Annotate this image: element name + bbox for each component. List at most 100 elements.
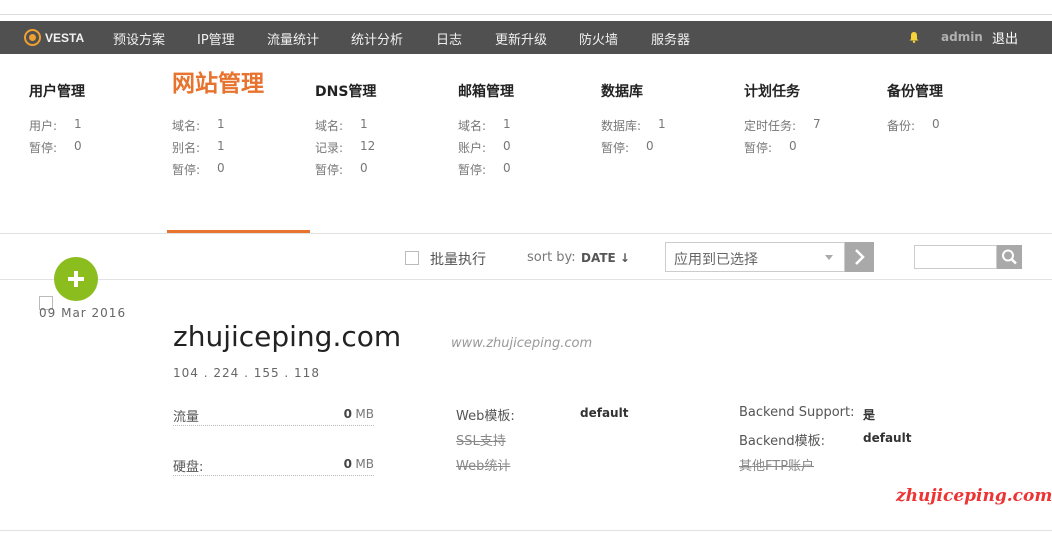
stat-value: 0 <box>646 139 654 153</box>
stat-label: 记录: <box>315 141 344 155</box>
record-date: 09 Mar 2016 <box>39 306 127 320</box>
top-nav: VESTA 预设方案 IP管理 流量统计 统计分析 日志 更新升级 防火墙 服务… <box>0 21 1052 54</box>
vesta-logo-icon <box>24 29 41 46</box>
nav-item-firewall[interactable]: 防火墙 <box>579 29 618 48</box>
bulk-action-select[interactable]: 应用到已选择 <box>665 242 845 272</box>
stat-value: 0 <box>74 139 82 153</box>
record-ip: 104 . 224 . 155 . 118 <box>173 366 320 380</box>
stat-title: 计划任务 <box>744 84 800 100</box>
disk-metric: 硬盘: 0 MB <box>173 454 374 476</box>
stat-label: 域名: <box>172 119 201 133</box>
backend-template-value: default <box>863 431 912 445</box>
stat-backup[interactable]: 备份管理 备份: 0 <box>887 84 1027 133</box>
stat-title: 备份管理 <box>887 84 943 100</box>
search-button[interactable] <box>997 245 1022 269</box>
nav-item-statistics[interactable]: 统计分析 <box>351 29 403 48</box>
sort-label: sort by: <box>527 250 576 265</box>
metric-label: 流量 <box>173 410 200 425</box>
stat-cron[interactable]: 计划任务 定时任务: 7 暂停: 0 <box>744 84 884 155</box>
nav-item-ip[interactable]: IP管理 <box>197 29 235 48</box>
stat-value: 1 <box>658 117 666 131</box>
stat-value: 0 <box>789 139 797 153</box>
stat-value: 1 <box>503 117 511 131</box>
stat-mail[interactable]: 邮箱管理 域名: 1 账户: 0 暂停: 0 <box>458 84 598 177</box>
stat-label: 定时任务: <box>744 119 797 133</box>
divider <box>0 279 1052 280</box>
bulk-action-label[interactable]: 批量执行 <box>430 249 486 269</box>
stat-title-active: 网站管理 <box>172 71 264 97</box>
metric-value: 0 <box>343 407 352 421</box>
web-template-value: default <box>580 406 629 420</box>
backend-support-value: 是 <box>863 408 876 422</box>
stat-value: 7 <box>813 117 821 131</box>
web-stats-label: Web统计 <box>456 459 511 474</box>
stat-label: 暂停: <box>29 141 58 155</box>
stat-label: 备份: <box>887 119 916 133</box>
chevron-right-icon <box>855 249 865 265</box>
ftp-accounts-label: 其他FTP账户 <box>739 459 815 474</box>
stat-value: 1 <box>360 117 368 131</box>
stat-value: 1 <box>74 117 82 131</box>
stat-label: 暂停: <box>601 141 630 155</box>
bandwidth-metric: 流量 0 MB <box>173 404 374 426</box>
select-placeholder: 应用到已选择 <box>674 252 758 268</box>
add-domain-button[interactable] <box>54 257 98 301</box>
chevron-down-icon <box>825 255 833 260</box>
stat-label: 暂停: <box>458 163 487 177</box>
bulk-select-checkbox[interactable] <box>405 251 419 265</box>
divider <box>0 233 1052 234</box>
backend-support-label: Backend Support: <box>739 405 855 420</box>
divider <box>0 530 1052 531</box>
stat-label: 数据库: <box>601 119 642 133</box>
stat-label: 暂停: <box>315 163 344 177</box>
logout-link[interactable]: 退出 <box>992 28 1018 47</box>
web-template-label: Web模板: <box>456 409 515 424</box>
search-input[interactable] <box>914 245 997 269</box>
stat-label: 暂停: <box>744 141 773 155</box>
vesta-logo[interactable]: VESTA <box>24 28 84 47</box>
watermark: zhujiceping.com <box>896 486 1052 506</box>
stat-label: 别名: <box>172 141 201 155</box>
stat-dns[interactable]: DNS管理 域名: 1 记录: 12 暂停: 0 <box>315 84 455 177</box>
stat-users[interactable]: 用户管理 用户: 1 暂停: 0 <box>29 84 169 155</box>
top-border <box>0 14 1052 15</box>
stat-value: 12 <box>360 139 376 153</box>
nav-item-traffic[interactable]: 流量统计 <box>267 29 319 48</box>
record-domain[interactable]: zhujiceping.com <box>173 320 401 353</box>
stat-label: 域名: <box>458 119 487 133</box>
stat-web[interactable]: 网站管理 域名: 1 别名: 1 暂停: 0 <box>172 73 312 178</box>
stat-title: 数据库 <box>601 84 643 100</box>
stat-label: 用户: <box>29 119 58 133</box>
stat-title: DNS管理 <box>315 84 377 100</box>
stat-title: 邮箱管理 <box>458 84 514 100</box>
stat-label: 账户: <box>458 141 487 155</box>
metric-unit: MB <box>355 457 374 471</box>
bell-icon[interactable] <box>908 31 920 43</box>
metric-label: 硬盘: <box>173 460 204 475</box>
metric-unit: MB <box>355 407 374 421</box>
stat-label: 域名: <box>315 119 344 133</box>
record-alias: www.zhujiceping.com <box>451 336 593 351</box>
apply-button[interactable] <box>845 242 874 272</box>
stat-value: 0 <box>360 161 368 175</box>
nav-item-updates[interactable]: 更新升级 <box>495 29 547 48</box>
stat-value: 0 <box>503 139 511 153</box>
stat-value: 1 <box>217 139 225 153</box>
stat-value: 0 <box>932 117 940 131</box>
nav-item-server[interactable]: 服务器 <box>651 29 690 48</box>
stat-value: 0 <box>503 161 511 175</box>
stat-value: 0 <box>217 161 225 175</box>
stat-title: 用户管理 <box>29 84 85 100</box>
stat-database[interactable]: 数据库 数据库: 1 暂停: 0 <box>601 84 741 155</box>
stat-value: 1 <box>217 117 225 131</box>
logo-text: VESTA <box>45 30 85 45</box>
nav-item-packages[interactable]: 预设方案 <box>113 29 165 48</box>
stat-label: 暂停: <box>172 163 201 177</box>
sort-value[interactable]: DATE ↓ <box>581 251 630 265</box>
nav-item-log[interactable]: 日志 <box>436 29 462 48</box>
search-icon <box>1002 249 1017 265</box>
ssl-label: SSL支持 <box>456 434 506 449</box>
metric-value: 0 <box>343 457 352 471</box>
nav-user[interactable]: admin <box>941 30 983 44</box>
backend-template-label: Backend模板: <box>739 434 825 449</box>
